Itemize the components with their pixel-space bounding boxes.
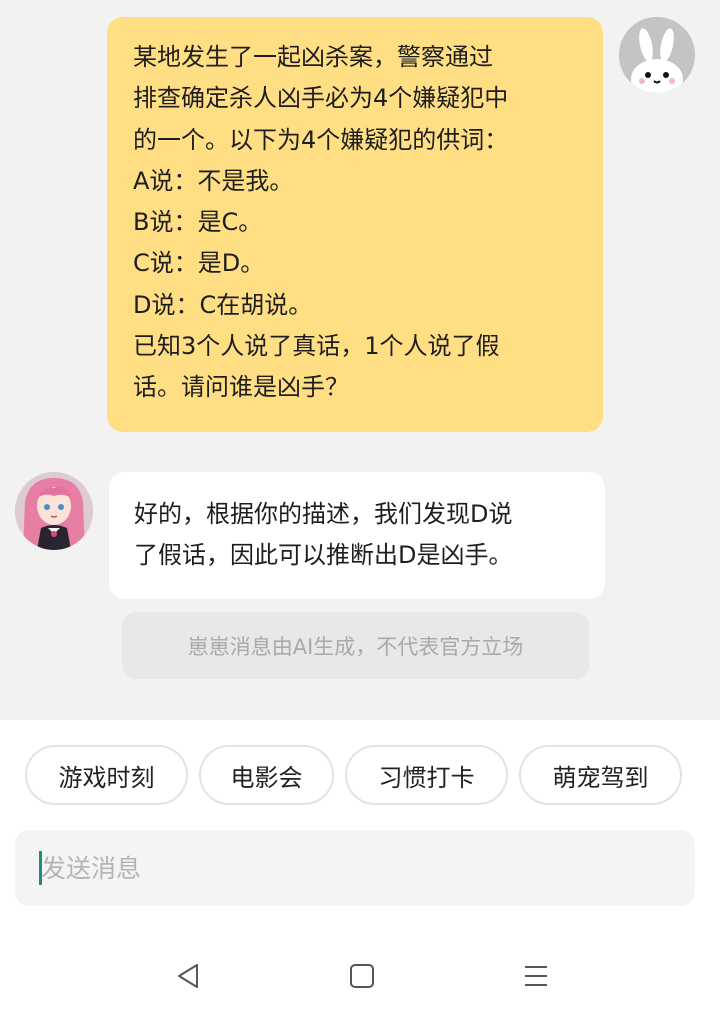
message-line: D说：C在胡说。 bbox=[133, 290, 313, 319]
back-icon bbox=[178, 964, 198, 988]
message-line: 的一个。以下为4个嫌疑犯的供词： bbox=[133, 125, 509, 154]
quick-action-game-time[interactable]: 游戏时刻 bbox=[25, 745, 188, 805]
user-message-bubble[interactable]: 某地发生了一起凶杀案，警察通过 排查确定杀人凶手必为4个嫌疑犯中 的一个。以下为… bbox=[107, 17, 603, 432]
quick-action-pets[interactable]: 萌宠驾到 bbox=[519, 745, 682, 805]
conversation-area[interactable]: 某地发生了一起凶杀案，警察通过 排查确定杀人凶手必为4个嫌疑犯中 的一个。以下为… bbox=[0, 0, 720, 720]
message-line: 好的，根据你的描述，我们发现D说 bbox=[134, 500, 513, 528]
menu-icon bbox=[525, 966, 547, 986]
nav-home-button[interactable] bbox=[342, 956, 382, 996]
message-line: 某地发生了一起凶杀案，警察通过 bbox=[133, 43, 493, 71]
message-composer[interactable] bbox=[15, 830, 695, 906]
message-input[interactable] bbox=[41, 830, 681, 906]
message-line: A说：不是我。 bbox=[133, 166, 294, 195]
message-line: 排查确定杀人凶手必为4个嫌疑犯中 bbox=[133, 84, 509, 113]
user-avatar[interactable] bbox=[619, 17, 695, 93]
message-line: B说：是C。 bbox=[133, 208, 263, 237]
bottom-panel: 游戏时刻 电影会 习惯打卡 萌宠驾到 bbox=[0, 720, 720, 1020]
ai-disclaimer-notice: 崽崽消息由AI生成，不代表官方立场 bbox=[122, 612, 589, 679]
quick-action-habit-checkin[interactable]: 习惯打卡 bbox=[345, 745, 508, 805]
nav-back-button[interactable] bbox=[168, 956, 208, 996]
bot-avatar[interactable] bbox=[15, 472, 93, 550]
message-line: C说：是D。 bbox=[133, 249, 265, 278]
message-line: 已知3个人说了真话，1个人说了假 bbox=[133, 332, 500, 361]
home-icon bbox=[350, 964, 374, 988]
nav-menu-button[interactable] bbox=[516, 956, 556, 996]
message-line: 话。请问谁是凶手？ bbox=[133, 373, 349, 402]
message-line: 了假话，因此可以推断出D是凶手。 bbox=[134, 541, 513, 569]
chat-screen: 某地发生了一起凶杀案，警察通过 排查确定杀人凶手必为4个嫌疑犯中 的一个。以下为… bbox=[0, 0, 720, 1020]
bot-message-bubble[interactable]: 好的，根据你的描述，我们发现D说 了假话，因此可以推断出D是凶手。 bbox=[109, 472, 605, 599]
quick-action-movie[interactable]: 电影会 bbox=[199, 745, 334, 805]
character-avatar-icon bbox=[15, 472, 93, 550]
rabbit-icon bbox=[619, 17, 695, 93]
